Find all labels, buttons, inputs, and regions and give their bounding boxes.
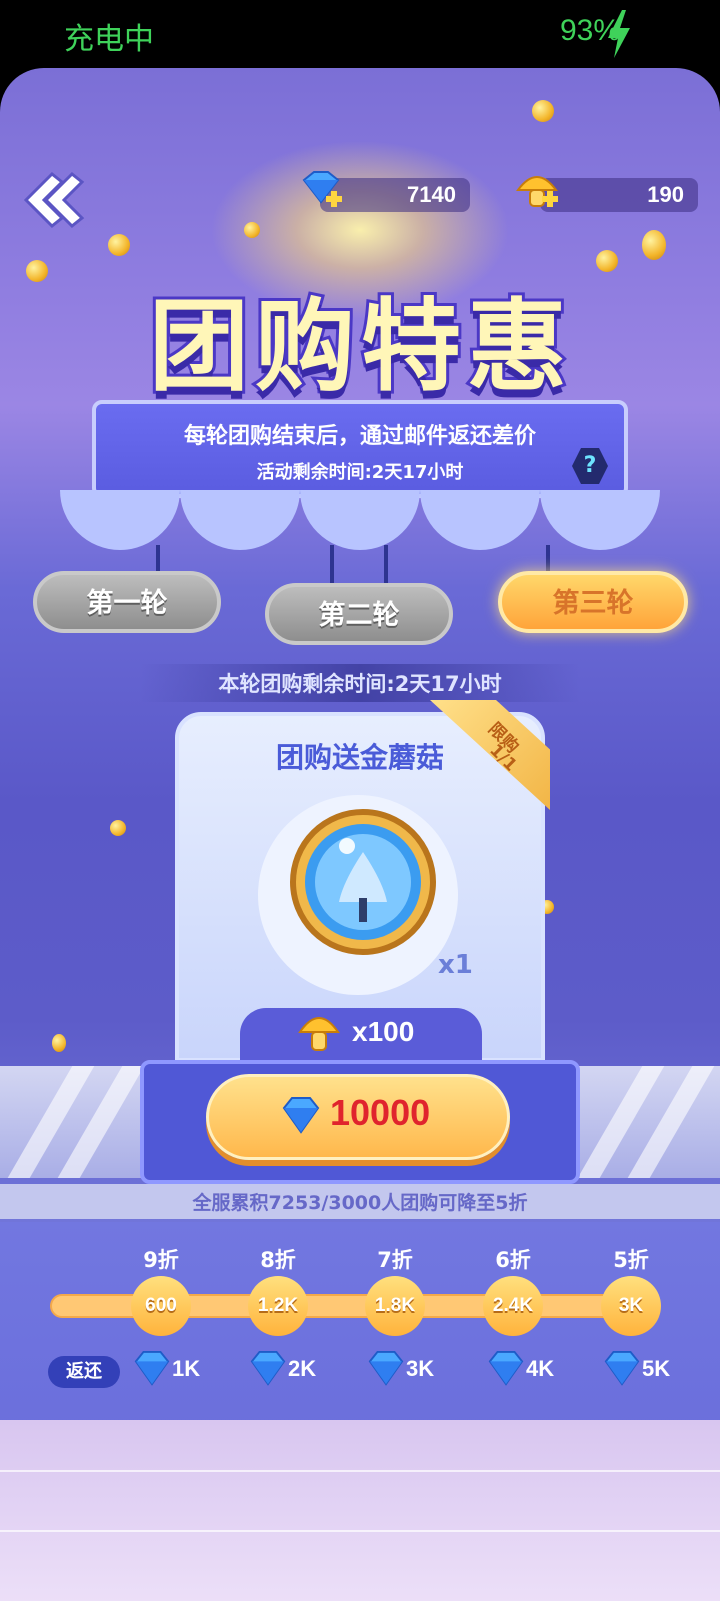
threshold-node: 600	[131, 1276, 191, 1336]
refund-rule-text: 每轮团购结束后，通过邮件返还差价	[183, 424, 536, 449]
hanging-string	[330, 545, 334, 585]
tab-round-1[interactable]: 第一轮	[33, 571, 221, 633]
threshold-node: 1.2K	[248, 1276, 308, 1336]
buy-price: 10000	[330, 1092, 431, 1133]
coin-decoration	[642, 230, 666, 260]
charging-status: 充电中	[64, 22, 154, 57]
golden-mushroom-icon	[298, 1017, 340, 1051]
coin-decoration	[52, 1034, 66, 1052]
return-amount: 2K	[288, 1356, 317, 1381]
threshold-node: 2.4K	[483, 1276, 543, 1336]
discount-label: 5折	[613, 1248, 649, 1272]
round-remaining-time: 本轮团购剩余时间:2天17小时	[140, 664, 580, 702]
gem-icon	[250, 1350, 286, 1386]
coin-decoration	[108, 234, 130, 256]
crystal-orb-icon	[290, 809, 436, 955]
coin-decoration	[244, 222, 260, 238]
coin-decoration	[110, 820, 126, 836]
discount-label: 9折	[143, 1248, 179, 1272]
gem-icon	[368, 1350, 404, 1386]
mushroom-balance: 190	[540, 178, 698, 212]
charging-bolt-icon	[608, 10, 630, 58]
awning-decoration	[60, 490, 660, 550]
gem-plus-icon[interactable]	[296, 166, 346, 216]
gem-icon	[488, 1350, 524, 1386]
threshold-node: 3K	[601, 1276, 661, 1336]
return-label: 返还	[48, 1356, 120, 1388]
threshold-node: 1.8K	[365, 1276, 425, 1336]
tab-round-2[interactable]: 第二轮	[265, 583, 453, 645]
hanging-string	[384, 545, 388, 585]
status-bar: 充电中 93%	[0, 0, 720, 68]
golden-mushroom-plus-icon[interactable]	[512, 166, 562, 216]
floor-tile-line	[0, 1470, 720, 1472]
gem-icon	[282, 1097, 320, 1134]
return-amount: 1K	[172, 1356, 201, 1381]
event-remaining-time: 活动剩余时间:2天17小时	[256, 462, 464, 483]
discount-label: 6折	[495, 1248, 531, 1272]
tab-round-3[interactable]: 第三轮	[498, 571, 688, 633]
return-amount: 4K	[526, 1356, 555, 1381]
gem-icon	[134, 1350, 170, 1386]
back-arrow-icon[interactable]	[22, 170, 86, 230]
gem-icon	[604, 1350, 640, 1386]
event-info-panel: 每轮团购结束后，通过邮件返还差价 活动剩余时间:2天17小时 ?	[92, 400, 628, 498]
return-amount: 5K	[642, 1356, 671, 1381]
discount-label: 7折	[377, 1248, 413, 1272]
reward-quantity: x100	[352, 1016, 415, 1047]
coin-decoration	[26, 260, 48, 282]
group-buy-progress: 全服累积7253/3000人团购可降至5折	[0, 1184, 720, 1219]
floor-tile-line	[0, 1530, 720, 1532]
coin-decoration	[532, 100, 554, 122]
event-title: 团购特惠	[146, 285, 573, 408]
item-quantity: x1	[438, 950, 473, 980]
discount-label: 8折	[260, 1248, 296, 1272]
return-amount: 3K	[406, 1356, 435, 1381]
floor	[0, 1420, 720, 1601]
